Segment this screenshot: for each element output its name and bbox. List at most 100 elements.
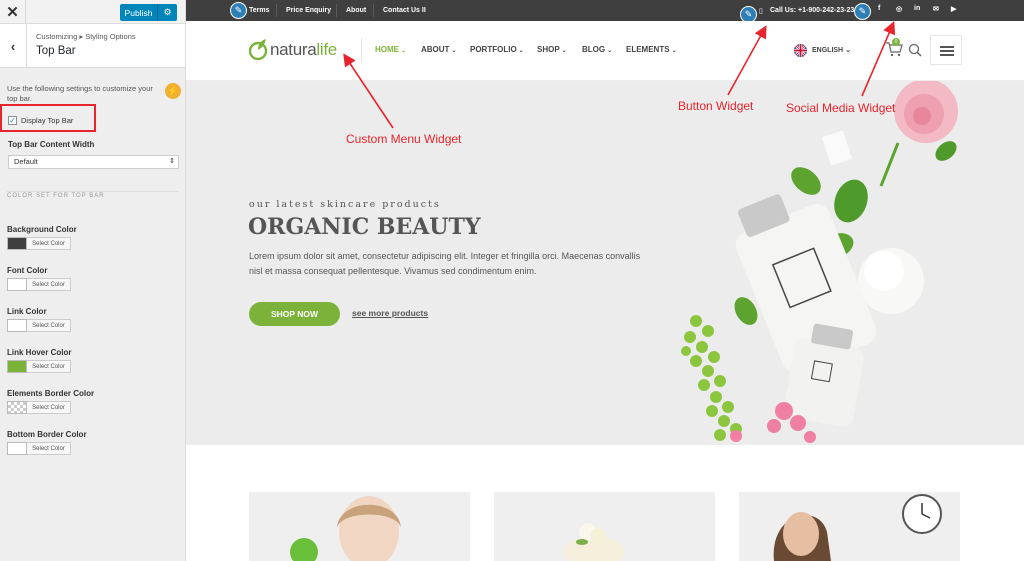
color-set-heading-text: COLOR SET FOR TOP BAR — [7, 193, 105, 199]
youtube-icon[interactable]: ▶ — [951, 5, 956, 13]
customizer-header: ✕ Publish ⚙ — [0, 0, 185, 24]
close-icon[interactable]: ✕ — [0, 0, 26, 24]
color-setting-link: Link Color Select Color — [7, 307, 177, 337]
see-more-products-link[interactable]: see more products — [352, 308, 428, 318]
hamburger-menu-icon[interactable] — [930, 35, 962, 65]
color-swatch[interactable] — [7, 278, 27, 291]
color-label: Elements Border Color — [7, 389, 95, 398]
publish-button[interactable]: Publish — [120, 4, 158, 21]
topbar-link-about[interactable]: About — [346, 0, 366, 21]
nav-label: ABOUT — [421, 45, 450, 54]
woman-with-clock-image — [773, 494, 942, 561]
color-set-heading: COLOR SET FOR TOP BAR — [0, 185, 185, 207]
chevron-down-icon: ⌄ — [845, 47, 851, 54]
select-color-button[interactable]: Select Color — [27, 319, 71, 332]
chevron-down-icon: ⌄ — [401, 48, 407, 54]
color-label: Bottom Border Color — [7, 430, 87, 439]
select-color-button[interactable]: Select Color — [27, 360, 71, 373]
nav-home[interactable]: HOME ⌄ — [375, 45, 406, 54]
nav-label: PORTFOLIO — [470, 45, 517, 54]
topbar-link-price-enquiry[interactable]: Price Enquiry — [286, 0, 331, 21]
call-us-button[interactable]: Call Us: +1-900-242-23-23 — [770, 0, 854, 21]
top-bar: ✎ Terms Price Enquiry About Contact Us I… — [186, 0, 1024, 23]
display-top-bar-label[interactable]: Display Top Bar — [21, 116, 73, 125]
nav-portfolio[interactable]: PORTFOLIO ⌄ — [470, 45, 524, 54]
gear-icon[interactable]: ⚙ — [158, 4, 177, 21]
chevron-down-icon: ⌄ — [671, 48, 677, 54]
back-chevron-icon[interactable]: ‹ — [0, 24, 27, 68]
nav-elements[interactable]: ELEMENTS ⌄ — [626, 45, 677, 54]
logo-text-part2: life — [316, 40, 337, 59]
cart-count-badge: 0 — [892, 38, 900, 46]
color-label: Font Color — [7, 266, 48, 275]
color-setting-elements-border: Elements Border Color Select Color — [7, 389, 177, 419]
shop-now-button[interactable]: SHOP NOW — [249, 302, 340, 326]
color-swatch[interactable] — [7, 237, 27, 250]
chevron-down-icon: ⌄ — [518, 48, 524, 54]
hero-text: Lorem ipsum dolor sit amet, consectetur … — [249, 251, 641, 276]
content-width-select[interactable]: Default ⇕ — [8, 155, 179, 169]
edit-pencil-icon[interactable]: ✎ — [230, 2, 247, 19]
chevron-down-icon: ⌄ — [451, 48, 457, 54]
nav-label: ELEMENTS — [626, 45, 670, 54]
topbar-link-contact[interactable]: Contact Us II — [383, 0, 426, 21]
chevron-down-icon: ⌄ — [607, 48, 613, 54]
color-setting-link-hover: Link Hover Color Select Color — [7, 348, 177, 378]
topbar-link-terms[interactable]: Terms — [249, 0, 270, 21]
lightning-icon[interactable]: ⚡ — [165, 83, 181, 99]
nav-label: HOME — [375, 45, 399, 54]
color-label: Link Color — [7, 307, 47, 316]
facebook-icon[interactable]: f — [878, 5, 880, 12]
chevron-down-icon: ⌄ — [561, 48, 567, 54]
select-color-button[interactable]: Select Color — [27, 401, 71, 414]
product-card[interactable] — [739, 492, 960, 561]
language-label: ENGLISH — [812, 47, 844, 54]
color-swatch[interactable] — [7, 442, 27, 455]
section-title: Top Bar — [36, 45, 76, 57]
select-color-button[interactable]: Select Color — [27, 237, 71, 250]
logo-leaf-icon — [248, 39, 268, 60]
site-logo[interactable]: naturalife — [270, 40, 337, 60]
content-width-label: Top Bar Content Width — [8, 140, 95, 149]
display-top-bar-checkbox[interactable]: ✓ — [8, 116, 17, 125]
color-setting-font: Font Color Select Color — [7, 266, 177, 296]
edit-pencil-icon[interactable]: ✎ — [854, 3, 871, 20]
product-card[interactable] — [249, 492, 470, 561]
select-color-button[interactable]: Select Color — [27, 442, 71, 455]
section-header: ‹ Customizing ▸ Styling Options Top Bar — [0, 24, 185, 68]
phone-icon: ▯ — [759, 7, 763, 15]
hero-kicker: our latest skincare products — [249, 199, 441, 210]
color-swatch[interactable] — [7, 401, 27, 414]
logo-text-part1: natura — [270, 40, 317, 59]
annotation-button: Button Widget — [678, 99, 754, 113]
divider — [361, 38, 362, 62]
model-with-apple-image — [290, 496, 401, 561]
cosmetics-product-image — [681, 81, 958, 443]
color-setting-bottom-border: Bottom Border Color Select Color — [7, 430, 177, 460]
divider — [373, 4, 374, 17]
select-arrows-icon: ⇕ — [169, 158, 175, 165]
twitter-icon[interactable]: ✉ — [933, 5, 939, 13]
product-card[interactable] — [494, 492, 715, 561]
color-label: Link Hover Color — [7, 348, 72, 357]
nav-about[interactable]: ABOUT ⌄ — [421, 45, 456, 54]
flower-towel-image — [564, 523, 624, 561]
color-label: Background Color — [7, 225, 77, 234]
annotation-social-media: Social Media Widget — [786, 101, 896, 115]
nav-shop[interactable]: SHOP ⌄ — [537, 45, 567, 54]
uk-flag-icon — [794, 44, 807, 57]
hero-section: our latest skincare products ORGANIC BEA… — [186, 81, 1024, 445]
breadcrumb: Customizing ▸ Styling Options — [36, 32, 136, 41]
linkedin-icon[interactable]: in — [914, 5, 920, 12]
nav-blog[interactable]: BLOG ⌄ — [582, 45, 612, 54]
nav-label: BLOG — [582, 45, 606, 54]
language-selector[interactable]: ENGLISH ⌄ — [812, 46, 851, 54]
content-width-value: Default — [14, 157, 38, 166]
color-swatch[interactable] — [7, 319, 27, 332]
select-color-button[interactable]: Select Color — [27, 278, 71, 291]
instagram-icon[interactable]: ◎ — [896, 5, 902, 13]
color-swatch[interactable] — [7, 360, 27, 373]
customizer-sidebar: ✕ Publish ⚙ ‹ Customizing ▸ Styling Opti… — [0, 0, 186, 561]
search-icon[interactable] — [908, 43, 922, 57]
nav-label: SHOP — [537, 45, 560, 54]
